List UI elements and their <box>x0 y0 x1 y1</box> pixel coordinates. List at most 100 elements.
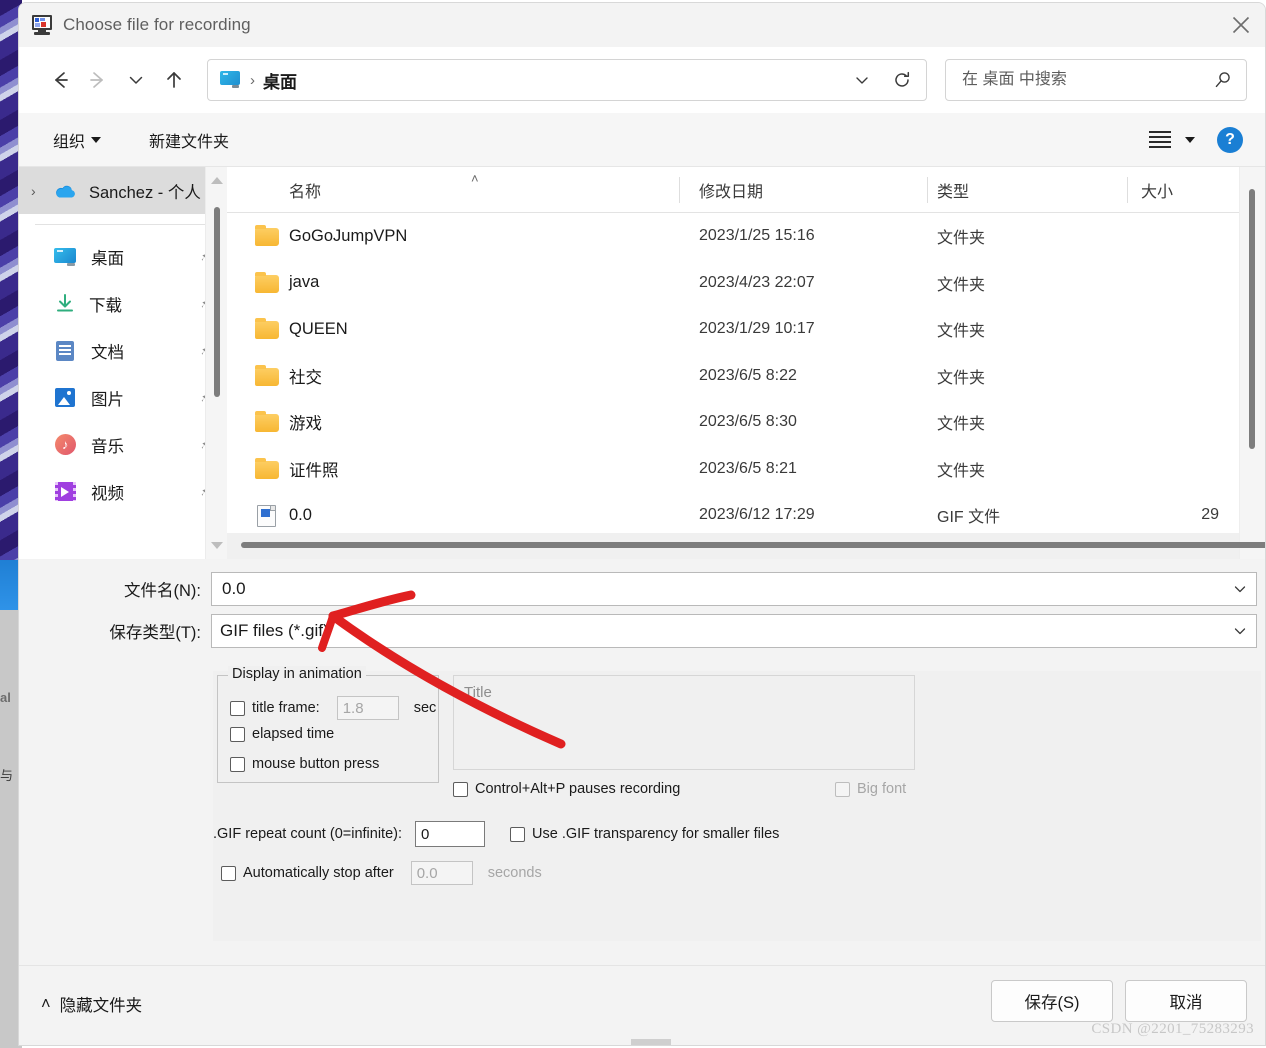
file-name: 证件照 <box>289 461 339 480</box>
expand-chevron-right-icon[interactable]: › <box>31 183 53 199</box>
search-icon[interactable] <box>1208 70 1238 90</box>
column-header-name[interactable]: 名称 <box>289 167 321 213</box>
scroll-down-arrow-icon[interactable] <box>211 542 223 549</box>
repeat-count-input[interactable] <box>415 821 485 847</box>
sidebar-item-documents[interactable]: 文档 <box>19 327 227 374</box>
column-divider[interactable] <box>927 177 928 203</box>
monitor-recording-icon <box>31 15 53 35</box>
table-row[interactable]: 游戏 2023/6/5 8:30 文件夹 <box>227 399 1265 446</box>
file-list-vertical-scrollbar[interactable] <box>1239 167 1265 559</box>
filetype-combobox[interactable]: GIF files (*.gif) <box>211 614 1257 648</box>
column-header-size[interactable]: 大小 <box>1141 167 1173 213</box>
table-row[interactable]: GoGoJumpVPN 2023/1/25 15:16 文件夹 <box>227 213 1265 260</box>
big-font-checkbox[interactable] <box>835 781 850 797</box>
table-row[interactable]: 0.0 2023/6/12 17:29 GIF 文件 29 <box>227 492 1265 539</box>
column-divider[interactable] <box>679 177 680 203</box>
organize-label: 组织 <box>53 133 86 151</box>
navigation-pane: › Sanchez - 个人 桌面 下载 文档 图片 ♪ 音乐 视频 <box>19 167 227 559</box>
file-list-hscrollbar-thumb[interactable] <box>241 542 1265 548</box>
address-dropdown-chevron-down-icon[interactable] <box>842 60 882 100</box>
new-folder-label: 新建文件夹 <box>149 133 230 151</box>
title-bar: Choose file for recording <box>19 3 1265 47</box>
filetype-chevron-down-icon[interactable] <box>1226 615 1254 647</box>
file-size: 29 <box>1201 506 1219 524</box>
command-bar: 组织 新建文件夹 ? <box>19 113 1265 167</box>
pictures-icon <box>53 387 79 409</box>
table-row[interactable]: 社交 2023/6/5 8:22 文件夹 <box>227 353 1265 400</box>
sidebar-item-label: 下载 <box>89 296 122 315</box>
sidebar-item-onedrive[interactable]: › Sanchez - 个人 <box>19 167 227 214</box>
breadcrumb-current[interactable]: 桌面 <box>263 68 297 93</box>
help-button[interactable]: ? <box>1217 126 1243 153</box>
address-bar[interactable]: › 桌面 <box>207 59 927 101</box>
file-name: 0.0 <box>289 505 312 524</box>
list-view-icon[interactable] <box>1149 131 1171 148</box>
organize-button[interactable]: 组织 <box>47 122 107 158</box>
filetype-label: 保存类型(T): <box>109 624 201 642</box>
sidebar-item-music[interactable]: ♪ 音乐 <box>19 421 227 468</box>
column-header-date[interactable]: 修改日期 <box>699 167 763 213</box>
table-row[interactable]: java 2023/4/23 22:07 文件夹 <box>227 260 1265 307</box>
sidebar-item-downloads[interactable]: 下载 <box>19 280 227 327</box>
sidebar-item-pictures[interactable]: 图片 <box>19 374 227 421</box>
videos-icon <box>53 481 79 503</box>
sidebar-vertical-scrollbar[interactable] <box>205 167 227 559</box>
view-chevron-down-icon[interactable] <box>1185 136 1195 143</box>
filename-chevron-down-icon[interactable] <box>1226 573 1254 605</box>
file-list-horizontal-scrollbar[interactable] <box>227 533 1265 559</box>
sidebar-scrollbar-thumb[interactable] <box>214 207 220 397</box>
hide-folders-toggle[interactable]: ˄ 隐藏文件夹 <box>41 992 142 1016</box>
file-list-scrollbar-thumb[interactable] <box>1249 189 1255 449</box>
file-type: 文件夹 <box>937 416 986 434</box>
search-input[interactable] <box>960 70 1208 90</box>
gif-transparency-checkbox[interactable] <box>510 826 525 842</box>
sidebar-item-label: 图片 <box>91 390 124 409</box>
column-header-type[interactable]: 类型 <box>937 167 969 213</box>
sidebar-item-desktop[interactable]: 桌面 <box>19 233 227 280</box>
pause-hotkey-checkbox[interactable] <box>453 781 468 797</box>
up-button[interactable] <box>155 61 193 99</box>
back-button[interactable] <box>41 61 79 99</box>
table-row[interactable]: 证件照 2023/6/5 8:21 文件夹 <box>227 446 1265 493</box>
file-type: 文件夹 <box>937 230 986 248</box>
mouse-button-press-checkbox[interactable] <box>230 756 245 772</box>
title-preview-box[interactable]: Title <box>453 675 915 770</box>
file-type: 文件夹 <box>937 323 986 341</box>
watermark: CSDN @2201_75283293 <box>1091 1021 1254 1037</box>
filename-input[interactable] <box>220 578 1226 600</box>
forward-button[interactable] <box>79 61 117 99</box>
column-divider[interactable] <box>1127 177 1128 203</box>
desktop-icon <box>53 246 79 268</box>
filetype-row: 保存类型(T): GIF files (*.gif) <box>19 613 1265 649</box>
file-name: QUEEN <box>289 319 348 338</box>
title-frame-seconds-input[interactable] <box>336 696 399 720</box>
auto-stop-seconds-input[interactable] <box>410 861 473 885</box>
title-frame-unit: sec <box>413 700 437 716</box>
scroll-up-arrow-icon[interactable] <box>211 177 223 184</box>
gif-options-panel: Display in animation title frame: sec el… <box>213 666 1261 941</box>
view-options-button[interactable] <box>1149 131 1195 148</box>
sidebar-item-label: 文档 <box>91 343 124 362</box>
cancel-button[interactable]: 取消 <box>1125 980 1247 1022</box>
save-button[interactable]: 保存(S) <box>991 980 1113 1022</box>
auto-stop-checkbox[interactable] <box>221 865 236 881</box>
table-row[interactable]: QUEEN 2023/1/29 10:17 文件夹 <box>227 306 1265 353</box>
sidebar-item-videos[interactable]: 视频 <box>19 468 227 515</box>
filename-combobox[interactable] <box>211 572 1257 606</box>
close-icon[interactable] <box>1217 3 1265 47</box>
new-folder-button[interactable]: 新建文件夹 <box>143 122 235 158</box>
elapsed-time-checkbox[interactable] <box>230 726 245 742</box>
title-frame-checkbox[interactable] <box>230 700 245 716</box>
file-list-header: 名称 ˄ 修改日期 类型 大小 <box>227 167 1265 213</box>
display-in-animation-group: Display in animation title frame: sec el… <box>217 666 439 783</box>
choose-file-dialog: Choose file for recording › 桌面 在 桌面 中搜索 … <box>18 2 1266 1046</box>
breadcrumb-separator: › <box>250 71 255 89</box>
filename-area: 文件名(N): 保存类型(T): GIF files (*.gif) <box>19 559 1265 661</box>
hide-folders-label: 隐藏文件夹 <box>59 997 143 1015</box>
gif-file-icon <box>255 505 279 528</box>
recent-locations-chevron-down-icon[interactable] <box>117 61 155 99</box>
refresh-icon[interactable] <box>882 60 922 100</box>
search-box[interactable] <box>945 59 1247 101</box>
onedrive-cloud-icon <box>53 182 77 200</box>
dialog-footer: ˄ 隐藏文件夹 保存(S) 取消 <box>19 965 1265 1045</box>
